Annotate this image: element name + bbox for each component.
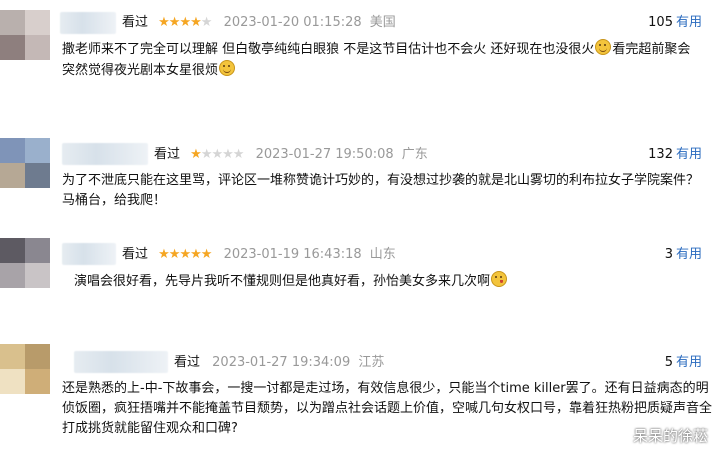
- kiss-emoji-icon: [491, 271, 508, 287]
- useful-vote[interactable]: 105 有用: [648, 13, 702, 33]
- vote-count: 132: [648, 147, 673, 162]
- seen-label: 看过: [174, 355, 201, 370]
- username-blurred[interactable]: [74, 351, 168, 373]
- comment-time: 2023-01-27 19:34:09: [212, 355, 351, 370]
- smile-emoji-icon: [595, 39, 612, 55]
- comment-meta: 看过 ★★★★★ 2023-01-19 16:43:18 山东: [122, 245, 396, 265]
- useful-button[interactable]: 有用: [676, 247, 702, 262]
- vote-count: 3: [664, 247, 673, 262]
- comment-time: 2023-01-20 01:15:28: [223, 15, 362, 30]
- avatar[interactable]: [0, 138, 50, 188]
- useful-vote[interactable]: 5 有用: [665, 353, 702, 373]
- avatar[interactable]: [0, 238, 50, 288]
- comment-text: 还是熟悉的上-中-下故事会，一搜一讨都是走过场，有效信息很少，只能当个time …: [62, 381, 713, 436]
- comment-text: 为了不泄底只能在这里骂，评论区一堆称赞诡计巧妙的，有没想过抄袭的就是北山雾切的利…: [62, 173, 700, 208]
- useful-button[interactable]: 有用: [676, 355, 702, 370]
- rating-stars: ★★★★★: [158, 15, 212, 30]
- username-blurred[interactable]: [62, 243, 116, 265]
- watermark: 呆呆的徐菘: [632, 427, 708, 445]
- useful-button[interactable]: 有用: [676, 15, 702, 30]
- useful-vote[interactable]: 132 有用: [648, 145, 702, 165]
- smile-emoji-icon: [219, 60, 236, 76]
- seen-label: 看过: [122, 247, 149, 262]
- rating-stars: ★★★★★: [158, 247, 212, 262]
- comment-location: 江苏: [358, 355, 385, 370]
- rating-stars: ★★★★★: [190, 147, 244, 162]
- useful-button[interactable]: 有用: [676, 147, 702, 162]
- comment-meta: 看过 ★★★★★ 2023-01-27 19:50:08 广东: [154, 145, 428, 165]
- comment-location: 山东: [369, 247, 396, 262]
- avatar[interactable]: [0, 344, 50, 394]
- comment-text: 演唱会很好看，先导片我听不懂规则但是他真好看，孙怡美女多来几次啊: [74, 271, 704, 292]
- vote-count: 5: [664, 355, 673, 370]
- comment-time: 2023-01-27 19:50:08: [255, 147, 394, 162]
- comment-location: 广东: [401, 147, 428, 162]
- comment-location: 美国: [369, 15, 396, 30]
- avatar[interactable]: [0, 10, 50, 60]
- comment-time: 2023-01-19 16:43:18: [223, 247, 362, 262]
- seen-label: 看过: [154, 147, 181, 162]
- username-blurred[interactable]: [60, 12, 116, 34]
- comment-text: 撒老师来不了完全可以理解 但白敬亭纯纯白眼狼 不是这节目估计也不会火 还好现在也…: [62, 39, 702, 81]
- comment-meta: 看过 2023-01-27 19:34:09 江苏: [174, 353, 384, 373]
- useful-vote[interactable]: 3 有用: [665, 245, 702, 265]
- username-blurred[interactable]: [62, 143, 148, 165]
- comment-meta: 看过 ★★★★★ 2023-01-20 01:15:28 美国: [122, 13, 396, 33]
- seen-label: 看过: [122, 15, 149, 30]
- vote-count: 105: [648, 15, 673, 30]
